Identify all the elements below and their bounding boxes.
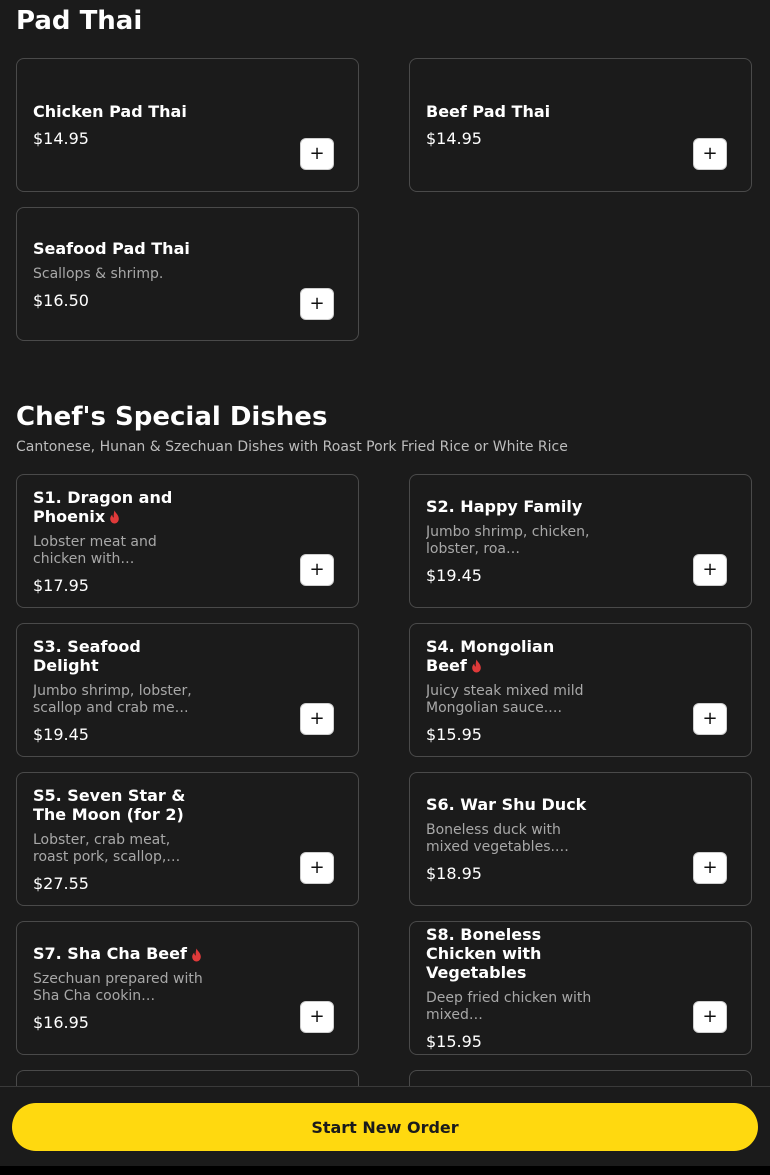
menu-item-card[interactable]: S7. Sha Cha Beef Szechuan prepared with S… (16, 921, 359, 1055)
plus-icon: + (309, 559, 325, 580)
menu-item-name-row: S2. Happy Family (426, 497, 596, 516)
menu-item-description: Scallops & shrimp. (33, 265, 164, 282)
plus-icon: + (702, 1006, 718, 1027)
plus-icon: + (702, 708, 718, 729)
section-title-pad-thai: Pad Thai (16, 6, 143, 36)
menu-item-price: $16.50 (33, 290, 89, 310)
menu-item-name-row: S1. Dragon and Phoenix (33, 488, 203, 526)
menu-item-price: $27.55 (33, 873, 89, 893)
menu-item-card[interactable]: Beef Pad Thai $14.95 + (409, 58, 752, 192)
menu-item-price: $15.95 (426, 724, 482, 744)
menu-item-name: S8. Boneless Chicken with Vegetables (426, 925, 542, 982)
menu-item-name: Beef Pad Thai (426, 102, 551, 121)
menu-item-name: S6. War Shu Duck (426, 795, 587, 814)
menu-item-name: S7. Sha Cha Beef (33, 944, 187, 963)
menu-item-info: S1. Dragon and Phoenix Lobster meat and c… (33, 475, 203, 607)
plus-icon: + (702, 857, 718, 878)
flame-icon (192, 948, 201, 961)
menu-item-price: $14.95 (33, 129, 89, 148)
add-to-order-button[interactable]: + (693, 703, 727, 735)
menu-item-description: Jumbo shrimp, lobster, scallop and crab … (33, 682, 192, 716)
menu-item-name-row: S8. Boneless Chicken with Vegetables (426, 925, 596, 982)
menu-item-description: Jumbo shrimp, chicken, lobster, roa… (426, 524, 590, 557)
menu-item-name-row: S6. War Shu Duck (426, 795, 596, 814)
menu-item-name: Seafood Pad Thai (33, 238, 190, 258)
menu-item-info: S8. Boneless Chicken with Vegetables Deep… (426, 922, 596, 1054)
menu-item-description: Lobster meat and chicken with… (33, 533, 157, 567)
add-to-order-button[interactable]: + (300, 1001, 334, 1033)
section-title-chefs-special: Chef's Special Dishes (16, 402, 328, 432)
add-to-order-button[interactable]: + (693, 554, 727, 586)
menu-item-name: S4. Mongolian Beef (426, 636, 555, 675)
menu-item-info: S5. Seven Star & The Moon (for 2) Lobster… (33, 773, 203, 905)
menu-item-name-row: S3. Seafood Delight (33, 637, 203, 675)
menu-item-info: S3. Seafood Delight Jumbo shrimp, lobster… (33, 624, 203, 756)
plus-icon: + (702, 559, 718, 580)
menu-item-description: Boneless duck with mixed vegetables.… (426, 822, 569, 855)
menu-item-info: Chicken Pad Thai $14.95 (33, 59, 203, 191)
menu-item-price: $17.95 (33, 575, 89, 595)
menu-item-description: Deep fried chicken with mixed… (426, 990, 592, 1023)
menu-item-price: $18.95 (426, 864, 482, 883)
add-to-order-button[interactable]: + (300, 703, 334, 735)
add-to-order-button[interactable]: + (300, 852, 334, 884)
plus-icon: + (309, 293, 325, 314)
menu-item-card[interactable]: Chicken Pad Thai $14.95 + (16, 58, 359, 192)
menu-item-name-row: S4. Mongolian Beef (426, 637, 596, 675)
menu-item-name-row: Seafood Pad Thai (33, 239, 203, 258)
section-subtitle: Cantonese, Hunan & Szechuan Dishes with … (16, 439, 568, 455)
plus-icon: + (702, 143, 718, 164)
plus-icon: + (309, 708, 325, 729)
menu-item-card[interactable]: S1. Dragon and Phoenix Lobster meat and c… (16, 474, 359, 608)
add-to-order-button[interactable]: + (300, 554, 334, 586)
menu-item-info: S2. Happy Family Jumbo shrimp, chicken, l… (426, 475, 596, 607)
menu-item-name-row: S5. Seven Star & The Moon (for 2) (33, 786, 203, 824)
add-to-order-button[interactable]: + (693, 852, 727, 884)
menu-item-name-row: Beef Pad Thai (426, 102, 596, 121)
menu-item-info: Seafood Pad Thai Scallops & shrimp. $16.50 (33, 208, 203, 340)
menu-item-price: $15.95 (426, 1032, 482, 1051)
flame-icon (110, 510, 119, 524)
menu-item-price: $19.45 (426, 566, 482, 585)
menu-item-price: $14.95 (426, 129, 482, 148)
menu-item-card[interactable]: S4. Mongolian Beef Juicy steak mixed mild… (409, 623, 752, 757)
menu-item-card[interactable]: Seafood Pad Thai Scallops & shrimp. $16.50… (16, 207, 359, 341)
menu-item-info: S7. Sha Cha Beef Szechuan prepared with S… (33, 922, 203, 1054)
menu-item-description: Juicy steak mixed mild Mongolian sauce.… (426, 682, 584, 716)
menu-item-card[interactable]: S2. Happy Family Jumbo shrimp, chicken, l… (409, 474, 752, 608)
menu-item-card[interactable]: S8. Boneless Chicken with Vegetables Deep… (409, 921, 752, 1055)
menu-item-card[interactable]: S5. Seven Star & The Moon (for 2) Lobster… (16, 772, 359, 906)
add-to-order-button[interactable]: + (300, 138, 334, 170)
start-new-order-button[interactable]: Start New Order (12, 1103, 758, 1151)
bottom-bar: Start New Order (0, 1086, 770, 1167)
menu-item-name: S1. Dragon and Phoenix (33, 487, 173, 526)
plus-icon: + (309, 143, 325, 164)
add-to-order-button[interactable]: + (693, 1001, 727, 1033)
menu-item-name-row: S7. Sha Cha Beef (33, 944, 203, 963)
plus-icon: + (309, 1006, 325, 1027)
plus-icon: + (309, 857, 325, 878)
add-to-order-button[interactable]: + (693, 138, 727, 170)
menu-item-info: S4. Mongolian Beef Juicy steak mixed mild… (426, 624, 596, 756)
bottom-strip (0, 1166, 770, 1175)
menu-item-description: Lobster, crab meat, roast pork, scallop,… (33, 831, 181, 865)
menu-item-description: Szechuan prepared with Sha Cha cookin… (33, 971, 203, 1004)
menu-item-name-row: Chicken Pad Thai (33, 102, 203, 121)
menu-item-card[interactable]: S3. Seafood Delight Jumbo shrimp, lobster… (16, 623, 359, 757)
add-to-order-button[interactable]: + (300, 288, 334, 320)
menu-item-price: $19.45 (33, 724, 89, 744)
menu-item-info: Beef Pad Thai $14.95 (426, 59, 596, 191)
menu-item-name: S2. Happy Family (426, 497, 583, 516)
menu-item-name: S3. Seafood Delight (33, 636, 141, 675)
menu-item-info: S6. War Shu Duck Boneless duck with mixed… (426, 773, 596, 905)
flame-icon (472, 659, 481, 673)
menu-item-name: Chicken Pad Thai (33, 102, 187, 121)
menu-item-name: S5. Seven Star & The Moon (for 2) (33, 785, 186, 824)
menu-item-price: $16.95 (33, 1013, 89, 1032)
menu-item-card[interactable]: S6. War Shu Duck Boneless duck with mixed… (409, 772, 752, 906)
